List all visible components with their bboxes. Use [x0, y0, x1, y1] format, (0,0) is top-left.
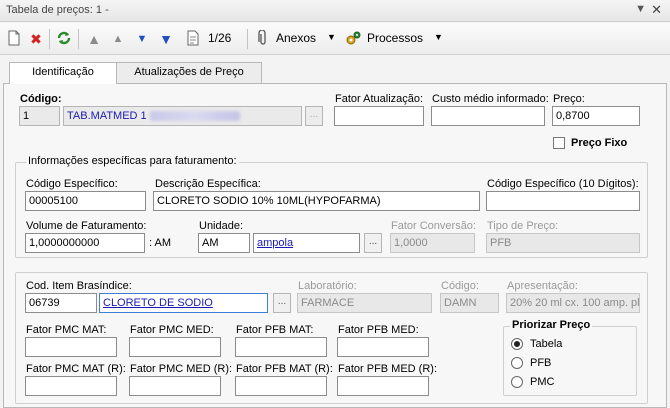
attachments-button[interactable]: Anexos [276, 31, 316, 45]
new-record-icon[interactable] [5, 30, 23, 48]
preco-fixo-checkbox[interactable] [553, 137, 565, 149]
fator-pmc-med-r-input[interactable] [129, 376, 221, 396]
unidade-code-input[interactable]: AM [198, 233, 250, 253]
descricao-especifica-label: Descrição Específica: [155, 178, 261, 190]
brasindice-item-link[interactable]: CLORETO DE SODIO [99, 293, 268, 313]
refresh-icon[interactable] [55, 30, 73, 48]
fator-pfb-mat-label: Fator PFB MAT: [236, 324, 314, 336]
billing-info-title: Informações específicas para faturamento… [26, 155, 239, 167]
brasindice-lookup-button[interactable]: ... [273, 293, 291, 313]
fator-atualizacao-input[interactable] [334, 106, 424, 126]
redacted-text [150, 111, 240, 121]
fator-pmc-med-r-label: Fator PMC MED (R): [130, 363, 233, 375]
tab-atualizacoes-preco[interactable]: Atualizações de Preço [116, 62, 262, 83]
priorizar-preco-group [503, 326, 637, 396]
previous-record-icon[interactable]: ▲ [109, 30, 127, 48]
codigo-lookup-button[interactable]: ... [305, 106, 323, 126]
priorizar-tabela-label: Tabela [530, 338, 563, 350]
fator-conversao-label: Fator Conversão: [391, 220, 476, 232]
priorizar-preco-title: Priorizar Preço [510, 319, 593, 331]
apresentacao-label: Apresentação: [507, 280, 578, 292]
descricao-especifica-input[interactable]: CLORETO SODIO 10% 10ML(HYPOFARMA) [153, 191, 480, 211]
priorizar-pfb-label: PFB [530, 357, 552, 369]
unidade-label: Unidade: [199, 220, 244, 232]
fator-pfb-med-r-label: Fator PFB MED (R): [338, 363, 438, 375]
custo-medio-label: Custo médio informado: [432, 93, 549, 105]
fator-conversao-input[interactable]: 1,0000 [390, 233, 475, 253]
codigo-description-text: TAB.MATMED 1 [67, 110, 147, 122]
paperclip-icon[interactable] [254, 29, 272, 48]
fator-pfb-med-label: Fator PFB MED: [338, 324, 419, 336]
fator-pmc-mat-r-label: Fator PMC MAT (R): [26, 363, 126, 375]
brasindice-codigo-label: Código: [441, 280, 479, 292]
laboratorio-label: Laboratório: [298, 280, 357, 292]
delete-icon[interactable]: ✖ [27, 30, 45, 48]
processes-dropdown-icon[interactable]: ▼ [434, 32, 443, 42]
priorizar-pmc-radio[interactable] [511, 376, 523, 388]
codigo-especifico-10-input[interactable] [486, 191, 640, 211]
fator-pmc-med-label: Fator PMC MED: [130, 324, 214, 336]
window-title: Tabela de preços: 1 - [6, 4, 109, 16]
processes-gear-icon[interactable] [344, 30, 362, 48]
fator-pmc-med-input[interactable] [129, 337, 221, 357]
codigo-especifico-label: Código Específico: [26, 178, 118, 190]
fator-pfb-mat-r-input[interactable] [235, 376, 327, 396]
toolbar-separator [49, 29, 50, 49]
unidade-name-link[interactable]: ampola [253, 233, 360, 253]
close-icon[interactable]: ✕ [651, 2, 662, 18]
preco-label: Preço: [553, 93, 585, 105]
priorizar-tabela-radio[interactable] [511, 338, 523, 350]
preco-fixo-label: Preço Fixo [571, 137, 628, 149]
toolbar: ✖ ▲ ▲ ▼ ▼ 1/26 Anexos ▼ Processos ▼ [0, 23, 670, 55]
tipo-preco-input[interactable]: PFB [486, 233, 640, 253]
window-title-bar: Tabela de preços: 1 - ▼ ✕ [0, 0, 670, 22]
fator-pmc-mat-r-input[interactable] [25, 376, 117, 396]
codigo-field[interactable]: 1 [19, 106, 60, 126]
codigo-label: Código: [20, 93, 62, 105]
priorizar-pfb-radio[interactable] [511, 357, 523, 369]
processes-button[interactable]: Processos [367, 31, 423, 45]
fator-pfb-med-r-input[interactable] [337, 376, 429, 396]
laboratorio-input[interactable]: FARMACE [297, 293, 432, 313]
priorizar-pmc-label: PMC [530, 376, 555, 388]
record-navigation-icon [184, 30, 202, 48]
attachments-dropdown-icon[interactable]: ▼ [327, 32, 336, 42]
codigo-especifico-10-label: Código Específico (10 Dígitos): [487, 178, 639, 190]
volume-faturamento-input[interactable]: 1,0000000000 [25, 233, 145, 253]
tab-identificacao[interactable]: Identificação [9, 62, 117, 84]
tipo-preco-label: Tipo de Preço: [487, 220, 559, 232]
cod-item-brasindice-label: Cod. Item Brasíndice: [26, 280, 132, 292]
fator-pfb-mat-r-label: Fator PFB MAT (R): [236, 363, 333, 375]
fator-atualizacao-label: Fator Atualização: [335, 93, 424, 105]
next-record-icon[interactable]: ▼ [133, 30, 151, 48]
toolbar-separator [247, 29, 248, 49]
last-record-icon[interactable]: ▼ [157, 30, 175, 48]
preco-input[interactable]: 0,8700 [552, 106, 640, 126]
volume-unit-label: : AM [149, 237, 172, 249]
toolbar-separator [78, 29, 79, 49]
fator-pmc-mat-input[interactable] [25, 337, 117, 357]
pin-icon[interactable]: ▼ [635, 3, 646, 15]
unidade-lookup-button[interactable]: ... [364, 233, 382, 253]
first-record-icon[interactable]: ▲ [85, 30, 103, 48]
codigo-especifico-input[interactable]: 00005100 [25, 191, 146, 211]
volume-faturamento-label: Volume de Faturamento: [26, 220, 147, 232]
custo-medio-input[interactable] [431, 106, 545, 126]
fator-pfb-mat-input[interactable] [235, 337, 327, 357]
fator-pmc-mat-label: Fator PMC MAT: [26, 324, 107, 336]
cod-item-brasindice-input[interactable]: 06739 [25, 293, 97, 313]
brasindice-codigo-input[interactable]: DAMN [440, 293, 499, 313]
apresentacao-input[interactable]: 20% 20 ml cx. 100 amp. pla [506, 293, 640, 313]
fator-pfb-med-input[interactable] [337, 337, 429, 357]
record-position: 1/26 [208, 31, 232, 45]
